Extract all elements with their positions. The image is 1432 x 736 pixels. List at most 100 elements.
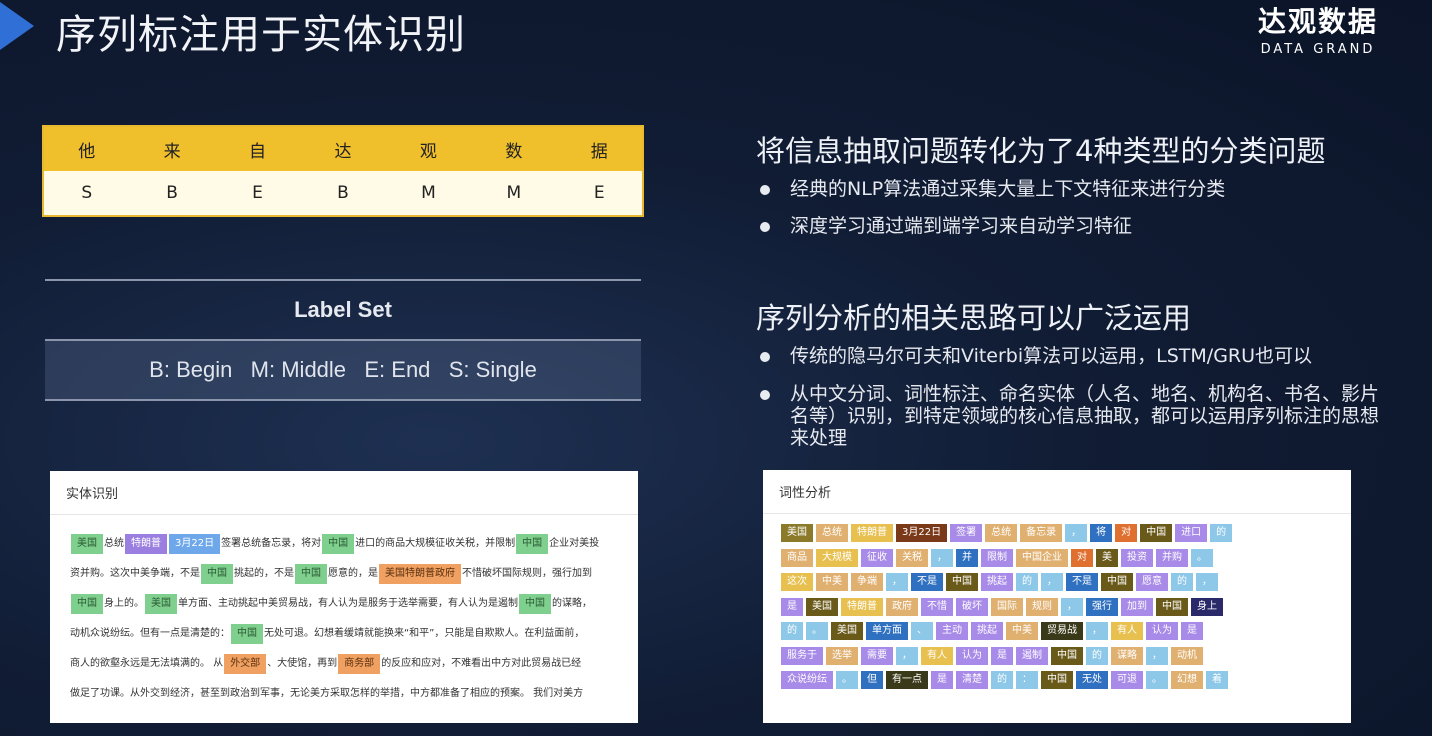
pos-chip: ， bbox=[1146, 646, 1168, 665]
bullet-dot bbox=[760, 222, 770, 232]
bullet-text: 经典的NLP算法通过采集大量上下文特征来进行分类 bbox=[790, 178, 1226, 200]
pos-chip: 特朗普 bbox=[851, 524, 893, 542]
pos-chip: 不是 bbox=[911, 573, 943, 591]
entity-tag: 美国 bbox=[71, 534, 103, 554]
label-cell: M bbox=[506, 183, 522, 203]
pos-chip: 认为 bbox=[1146, 622, 1178, 640]
pos-chip: 是 bbox=[931, 671, 953, 689]
bullet-text: 从中文分词、词性标注、命名实体（人名、地名、机构名、书名、影片名等）识别，到特定… bbox=[790, 383, 1380, 449]
entity-tag: 中国 bbox=[231, 624, 263, 644]
plain-text: 签署总统备忘录，将对 bbox=[221, 538, 322, 549]
entity-tag: 中国 bbox=[516, 534, 549, 554]
brand-logo: 达观数据 DATA GRAND bbox=[1248, 0, 1388, 57]
label-set-title: Label Set bbox=[45, 279, 641, 339]
char-cell: 达 bbox=[334, 141, 352, 162]
pos-chip: 限制 bbox=[981, 548, 1013, 567]
heading-classification: 将信息抽取问题转化为了4种类型的分类问题 bbox=[756, 134, 1326, 168]
plain-text: 的谋略， bbox=[552, 598, 592, 609]
pos-chip: 强行 bbox=[1086, 597, 1118, 616]
pos-chip: 加到 bbox=[1121, 597, 1153, 616]
pos-chip: 备忘录 bbox=[1020, 524, 1063, 542]
pos-chip: 中美 bbox=[816, 573, 848, 591]
pos-chip: 的 bbox=[781, 622, 803, 640]
plain-text: 进口的商品大规模征收关税，并限制 bbox=[355, 538, 516, 549]
brand-name-en: DATA GRAND bbox=[1260, 42, 1376, 57]
pos-chip: 并购 bbox=[1156, 548, 1188, 567]
pos-chip: 服务于 bbox=[781, 646, 823, 665]
pos-chip: 无处 bbox=[1076, 671, 1108, 689]
pos-chip: 商品 bbox=[781, 548, 813, 567]
ner-text-body: 美国 总统 特朗普 3月22日 签署总统备忘录，将对 中国 进口的商品大规模征收关税，并限制… bbox=[50, 515, 638, 709]
pos-chip-row: 的。美国 单方面、主动 挑起 中美 贸易战，有人 认为是 bbox=[781, 622, 1335, 647]
bullet-item: 经典的NLP算法通过采集大量上下文特征来进行分类 bbox=[760, 178, 1400, 201]
bullet-item: 深度学习通过端到端学习来自动学习特征 bbox=[760, 215, 1400, 238]
bullet-dot bbox=[760, 352, 770, 362]
ner-text-line: 商人的欲壑永远是无法填满的。 从外交部 、大使馆，再到 商务部 的反应和应对，不难看出… bbox=[50, 649, 638, 679]
pos-chip: 的 bbox=[1086, 646, 1108, 665]
pos-chip-row: 商品 大规模 征收 关税，并限制 中国企业对美投资 并购。 bbox=[781, 548, 1335, 574]
slide-title: 序列标注用于实体识别 bbox=[56, 12, 466, 58]
pos-chip: 投资 bbox=[1121, 548, 1153, 567]
pos-chip: 并 bbox=[956, 548, 978, 567]
pos-chip: 大规模 bbox=[816, 548, 858, 567]
label-cell: E bbox=[593, 183, 605, 203]
entity-tag: 商务部 bbox=[338, 654, 381, 674]
pos-chip: 破坏 bbox=[956, 597, 988, 616]
pos-chip: 身上 bbox=[1191, 597, 1223, 616]
plain-text: 商人的欲壑永远是无法填满的。 从 bbox=[70, 658, 224, 669]
pos-chip: 是 bbox=[781, 597, 803, 616]
pos-chip: 中国 bbox=[1156, 597, 1188, 616]
char-cell: 观 bbox=[419, 141, 437, 162]
pos-chip: 中国 bbox=[946, 573, 978, 591]
pos-chip: ， bbox=[931, 548, 953, 567]
ner-text-line: 中国 身上的。 美国 单方面、主动挑起中美贸易战，有人认为是服务于选举需要，有人认为是… bbox=[50, 589, 638, 619]
bullet-dot bbox=[760, 185, 770, 195]
pos-chip: 关税 bbox=[896, 548, 928, 567]
pos-chip: 但 bbox=[861, 671, 883, 689]
ner-text-line: 动机众说纷纭。但有一点是清楚的： 中国 无处可退。幻想着缓靖就能换来“和平”，只能是… bbox=[50, 619, 638, 649]
pos-chip: ： bbox=[1016, 671, 1038, 689]
plain-text: 无处可退。幻想着缓靖就能换来“和平”，只能是自欺欺人。在利益面前， bbox=[264, 628, 585, 639]
pos-chip: 对 bbox=[1115, 524, 1138, 542]
pos-chip-grid: 美国 总统 特朗普 3月22日 签署 总统 备忘录，将对中国 进口的商品 大规模 征收 关税，并限制… bbox=[763, 514, 1351, 696]
bullet-text: 传统的隐马尔可夫和Viterbi算法可以运用，LSTM/GRU也可以 bbox=[790, 345, 1313, 367]
entity-tag: 中国 bbox=[519, 594, 551, 614]
bullet-item: 从中文分词、词性标注、命名实体（人名、地名、机构名、书名、影片名等）识别，到特定… bbox=[760, 383, 1390, 449]
pos-chip: 国际 bbox=[991, 597, 1023, 616]
pos-chip: 征收 bbox=[861, 548, 893, 567]
pos-chip: 幻想 bbox=[1171, 671, 1203, 689]
pos-chip: 美 bbox=[1096, 548, 1118, 567]
pos-chip: 美国 bbox=[806, 597, 838, 616]
pos-chip: 需要 bbox=[861, 646, 893, 665]
pos-chip: 。 bbox=[836, 671, 858, 689]
slide-marker-triangle bbox=[0, 2, 34, 50]
pos-chip: 。 bbox=[1146, 671, 1168, 689]
plain-text: 资并购。这次中美争端，不是 bbox=[70, 568, 200, 579]
plain-text: 挑起的，不是 bbox=[234, 568, 294, 579]
pos-chip: 的 bbox=[1210, 524, 1233, 542]
pos-chip: 谋略 bbox=[1111, 646, 1143, 665]
pos-chip: 的 bbox=[991, 671, 1013, 689]
pos-chip: 特朗普 bbox=[841, 597, 883, 616]
plain-text: 动机众说纷纭。但有一点是清楚的： bbox=[70, 628, 230, 639]
bullet-item: 传统的隐马尔可夫和Viterbi算法可以运用，LSTM/GRU也可以 bbox=[760, 345, 1400, 368]
pos-chip: ， bbox=[1061, 597, 1083, 616]
ner-card: 实体识别 美国 总统 特朗普 3月22日 签署总统备忘录，将对 中国 进口的商品大规模征收关… bbox=[50, 471, 638, 723]
pos-chip-row: 是美国 特朗普 政府 不惜 破坏 国际 规则，强行 加到 中国 身上 bbox=[781, 597, 1335, 623]
plain-text: 不惜破坏国际规则，强行加到 bbox=[462, 568, 592, 579]
pos-chip: 美国 bbox=[781, 524, 813, 542]
entity-tag: 特朗普 bbox=[125, 534, 167, 554]
pos-chip: 有一点 bbox=[886, 671, 928, 689]
pos-chip: 是 bbox=[991, 646, 1013, 665]
ner-text-line: 美国 总统 特朗普 3月22日 签署总统备忘录，将对 中国 进口的商品大规模征收关税，并限制… bbox=[50, 529, 638, 559]
pos-chip: 规则 bbox=[1026, 597, 1058, 616]
pos-chip: 。 bbox=[1191, 548, 1213, 567]
entity-tag: 外交部 bbox=[224, 654, 267, 674]
pos-chip: ， bbox=[886, 573, 908, 591]
pos-chip: 清楚 bbox=[956, 671, 988, 689]
pos-chip: 愿意 bbox=[1136, 573, 1168, 591]
entity-tag: 中国 bbox=[322, 534, 355, 554]
label-set-definitions: B: Begin M: Middle E: End S: Single bbox=[45, 339, 641, 401]
pos-chip: 选举 bbox=[826, 646, 858, 665]
plain-text: 、大使馆，再到 bbox=[267, 658, 338, 669]
